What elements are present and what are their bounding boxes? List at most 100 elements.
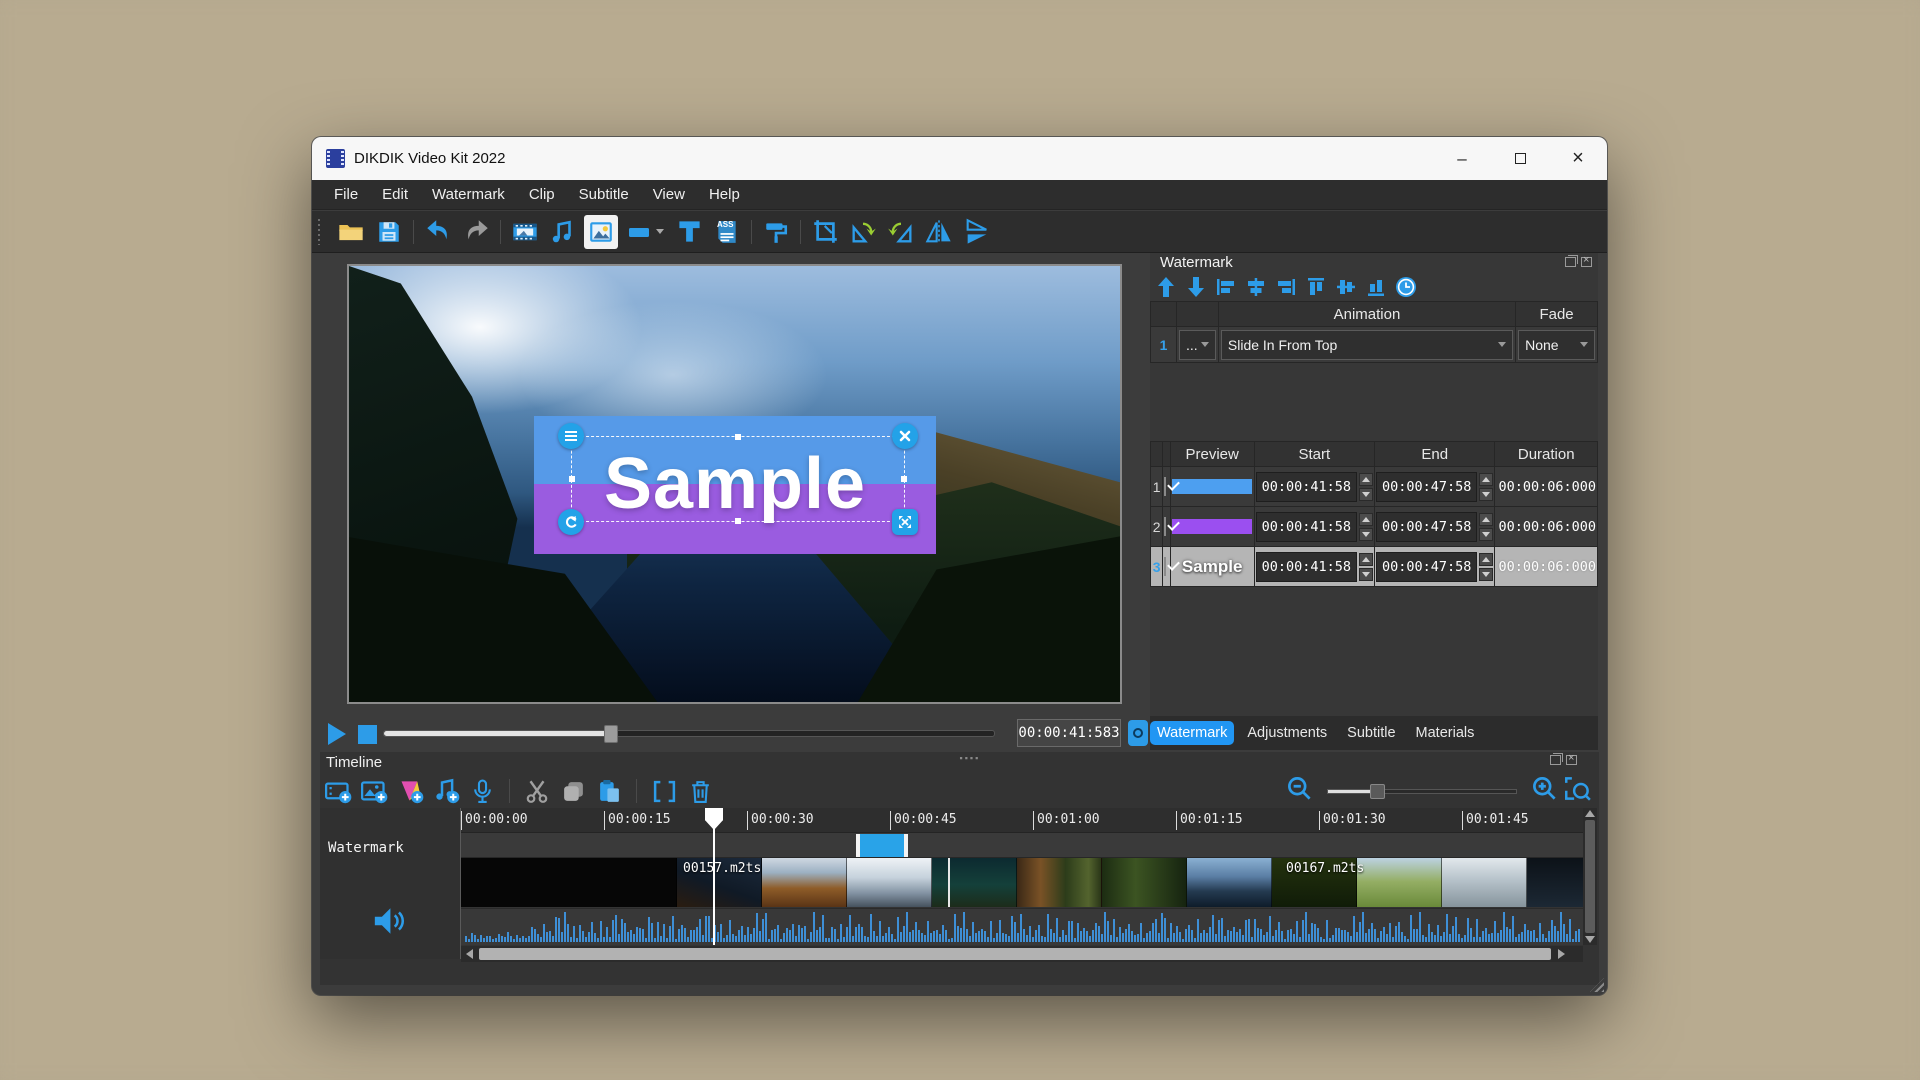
add-shape-icon[interactable] — [622, 215, 668, 249]
selection-handle[interactable] — [735, 518, 741, 524]
clip-thumbnail[interactable] — [762, 858, 847, 907]
spin-down-button[interactable] — [1479, 527, 1494, 541]
video-track[interactable]: 00157.m2ts 00167.m2ts — [461, 858, 1583, 907]
spin-up-button[interactable] — [1359, 472, 1374, 486]
crop-icon[interactable] — [808, 215, 842, 249]
menu-clip[interactable]: Clip — [517, 180, 567, 210]
spin-down-button[interactable] — [1479, 567, 1494, 581]
start-time-field[interactable]: 00:00:41:58 — [1255, 511, 1358, 542]
audio-waveform[interactable] — [461, 908, 1583, 945]
clip-thumbnail[interactable] — [1187, 858, 1272, 907]
more-options-dropdown[interactable]: ... — [1178, 329, 1216, 360]
watermark-resize-handle[interactable] — [892, 509, 918, 535]
zoom-slider-thumb[interactable] — [1370, 783, 1385, 799]
move-up-icon[interactable] — [1154, 275, 1178, 299]
time-clock-icon[interactable] — [1394, 275, 1418, 299]
snapshot-button[interactable] — [1128, 720, 1148, 746]
add-image-clip-icon[interactable] — [360, 777, 388, 805]
tab-adjustments[interactable]: Adjustments — [1240, 721, 1334, 745]
clip-thumbnail[interactable] — [461, 858, 677, 907]
scroll-right-arrow[interactable] — [1553, 946, 1569, 962]
end-column-header[interactable]: End — [1374, 441, 1496, 467]
redo-icon[interactable] — [459, 215, 493, 249]
video-preview[interactable]: Sample — [347, 264, 1122, 704]
scrollbar-thumb[interactable] — [479, 948, 1551, 960]
watermark-row-2[interactable]: 2 00:00:41:58 00:00:47:58 00:00:06:000 — [1149, 506, 1598, 547]
clip-thumbnail[interactable] — [1017, 858, 1102, 907]
record-audio-icon[interactable] — [468, 777, 496, 805]
close-panel-icon[interactable] — [1566, 752, 1577, 765]
align-top-icon[interactable] — [1304, 275, 1328, 299]
paste-icon[interactable] — [595, 777, 623, 805]
ass-subtitle-icon[interactable]: ASS — [710, 215, 744, 249]
menu-view[interactable]: View — [641, 180, 697, 210]
spin-down-button[interactable] — [1359, 567, 1374, 581]
align-center-icon[interactable] — [1244, 275, 1268, 299]
animation-column-header[interactable]: Animation — [1217, 301, 1517, 327]
add-text-icon[interactable] — [672, 215, 706, 249]
rotate-left-icon[interactable] — [846, 215, 880, 249]
menu-edit[interactable]: Edit — [370, 180, 420, 210]
end-time-field[interactable]: 00:00:47:58 — [1376, 511, 1478, 542]
zoom-slider[interactable] — [1327, 783, 1517, 799]
end-time-field[interactable]: 00:00:47:58 — [1376, 471, 1478, 502]
scroll-left-arrow[interactable] — [461, 946, 477, 962]
maximize-button[interactable] — [1491, 137, 1549, 180]
watermark-delete-handle[interactable] — [892, 423, 918, 449]
end-time-field[interactable]: 00:00:47:58 — [1376, 551, 1478, 582]
minimize-button[interactable]: – — [1433, 137, 1491, 180]
preview-column-header[interactable]: Preview — [1169, 441, 1255, 467]
enabled-checkbox[interactable] — [1164, 556, 1167, 576]
spin-up-button[interactable] — [1359, 512, 1374, 526]
watermark-menu-handle[interactable] — [558, 423, 584, 449]
toolbar-grip[interactable] — [318, 218, 324, 245]
animation-dropdown[interactable]: Slide In From Top — [1220, 329, 1514, 360]
watermark-row-1[interactable]: 1 00:00:41:58 00:00:47:58 00:00:06:000 — [1149, 466, 1598, 507]
clip-thumbnail[interactable] — [1357, 858, 1442, 907]
watermark-selection-box[interactable] — [558, 423, 918, 535]
close-button[interactable]: × — [1549, 137, 1607, 180]
spin-up-button[interactable] — [1359, 552, 1374, 566]
scrollbar-thumb[interactable] — [1585, 820, 1595, 933]
spin-up-button[interactable] — [1479, 552, 1494, 566]
add-image-icon[interactable] — [584, 214, 618, 249]
split-icon[interactable] — [650, 777, 678, 805]
menu-help[interactable]: Help — [697, 180, 752, 210]
audio-mute-icon[interactable] — [372, 906, 406, 941]
start-column-header[interactable]: Start — [1253, 441, 1376, 467]
add-video-clip-icon[interactable] — [324, 777, 352, 805]
copy-icon[interactable] — [559, 777, 587, 805]
add-audio-clip-icon[interactable] — [432, 777, 460, 805]
title-bar[interactable]: DIKDIK Video Kit 2022 – × — [312, 137, 1607, 180]
timeline-vertical-scrollbar[interactable] — [1583, 808, 1597, 945]
close-panel-icon[interactable] — [1581, 254, 1592, 267]
float-panel-icon[interactable] — [1565, 255, 1578, 267]
undo-icon[interactable] — [421, 215, 455, 249]
enabled-checkbox[interactable] — [1164, 516, 1167, 536]
flip-vertical-icon[interactable] — [960, 215, 994, 249]
menu-file[interactable]: File — [322, 180, 370, 210]
shape-dropdown-caret[interactable] — [655, 229, 664, 234]
timeline-horizontal-scrollbar[interactable] — [461, 946, 1583, 962]
tab-subtitle[interactable]: Subtitle — [1340, 721, 1402, 745]
spin-down-button[interactable] — [1359, 487, 1374, 501]
watermark-track[interactable] — [461, 833, 1583, 858]
start-time-field[interactable]: 00:00:41:58 — [1255, 551, 1358, 582]
delete-icon[interactable] — [686, 777, 714, 805]
scroll-up-arrow[interactable] — [1585, 810, 1595, 817]
add-video-icon[interactable] — [508, 215, 542, 249]
seek-thumb[interactable] — [604, 725, 618, 743]
save-icon[interactable] — [372, 215, 406, 249]
tab-materials[interactable]: Materials — [1409, 721, 1482, 745]
align-left-icon[interactable] — [1214, 275, 1238, 299]
scroll-down-arrow[interactable] — [1585, 936, 1595, 943]
flip-horizontal-icon[interactable] — [922, 215, 956, 249]
tab-watermark[interactable]: Watermark — [1150, 721, 1235, 745]
cut-icon[interactable] — [523, 777, 551, 805]
start-time-field[interactable]: 00:00:41:58 — [1255, 471, 1358, 502]
clip-thumbnail[interactable] — [932, 858, 1017, 907]
stop-button[interactable] — [358, 724, 377, 744]
add-music-icon[interactable] — [546, 215, 580, 249]
selection-handle[interactable] — [901, 476, 907, 482]
timeline-ruler[interactable]: 00:00:00 00:00:15 00:00:30 00:00:45 00:0… — [461, 808, 1583, 833]
